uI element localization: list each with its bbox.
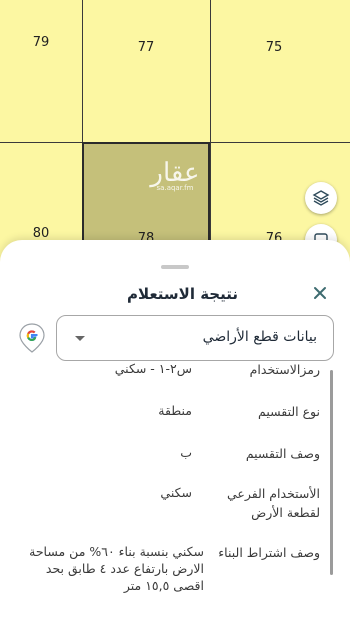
- detail-value: س٢-١ - سكني: [114, 361, 192, 376]
- detail-label: رمزالاستخدام: [249, 362, 320, 377]
- details-list: رمزالاستخدام س٢-١ - سكني نوع التقسيم منط…: [0, 360, 350, 619]
- sheet-title: نتيجة الاستعلام: [126, 285, 238, 303]
- google-maps-icon: [19, 323, 45, 353]
- layers-icon: [312, 190, 330, 206]
- detail-value: ب: [180, 445, 192, 460]
- parcel-number[interactable]: 80: [33, 226, 50, 241]
- detail-label: وصف اشتراط البناء: [218, 545, 320, 560]
- query-result-sheet: نتيجة الاستعلام بيانات قطع الأراضي رمزال…: [0, 240, 350, 619]
- close-icon: [314, 287, 326, 299]
- detail-label: نوع التقسيم: [258, 404, 320, 419]
- parcel-number[interactable]: 79: [33, 35, 50, 50]
- parcel-number[interactable]: 75: [266, 40, 283, 55]
- select-value: بيانات قطع الأراضي: [202, 329, 317, 345]
- data-type-select[interactable]: بيانات قطع الأراضي: [56, 315, 334, 361]
- detail-value: سكني: [160, 485, 192, 500]
- detail-value: منطقة: [158, 403, 192, 418]
- detail-label: الأستخدام الفرعي لقطعة الأرض: [226, 486, 320, 520]
- scrollbar[interactable]: [330, 370, 333, 575]
- watermark-site: sa.aqar.fm: [156, 184, 194, 192]
- parcel-number[interactable]: 77: [138, 40, 155, 55]
- detail-label: وصف التقسيم: [245, 446, 320, 461]
- layers-button[interactable]: [305, 182, 337, 214]
- detail-value: سكني بنسبة بناء ٦٠% من مساحة الارض بارتف…: [29, 544, 204, 593]
- google-maps-button[interactable]: [18, 322, 46, 354]
- chevron-down-icon: [75, 336, 85, 341]
- sheet-drag-handle[interactable]: [161, 265, 189, 269]
- aqar-watermark: عقار sa.aqar.fm: [150, 158, 199, 192]
- close-button[interactable]: [310, 283, 330, 303]
